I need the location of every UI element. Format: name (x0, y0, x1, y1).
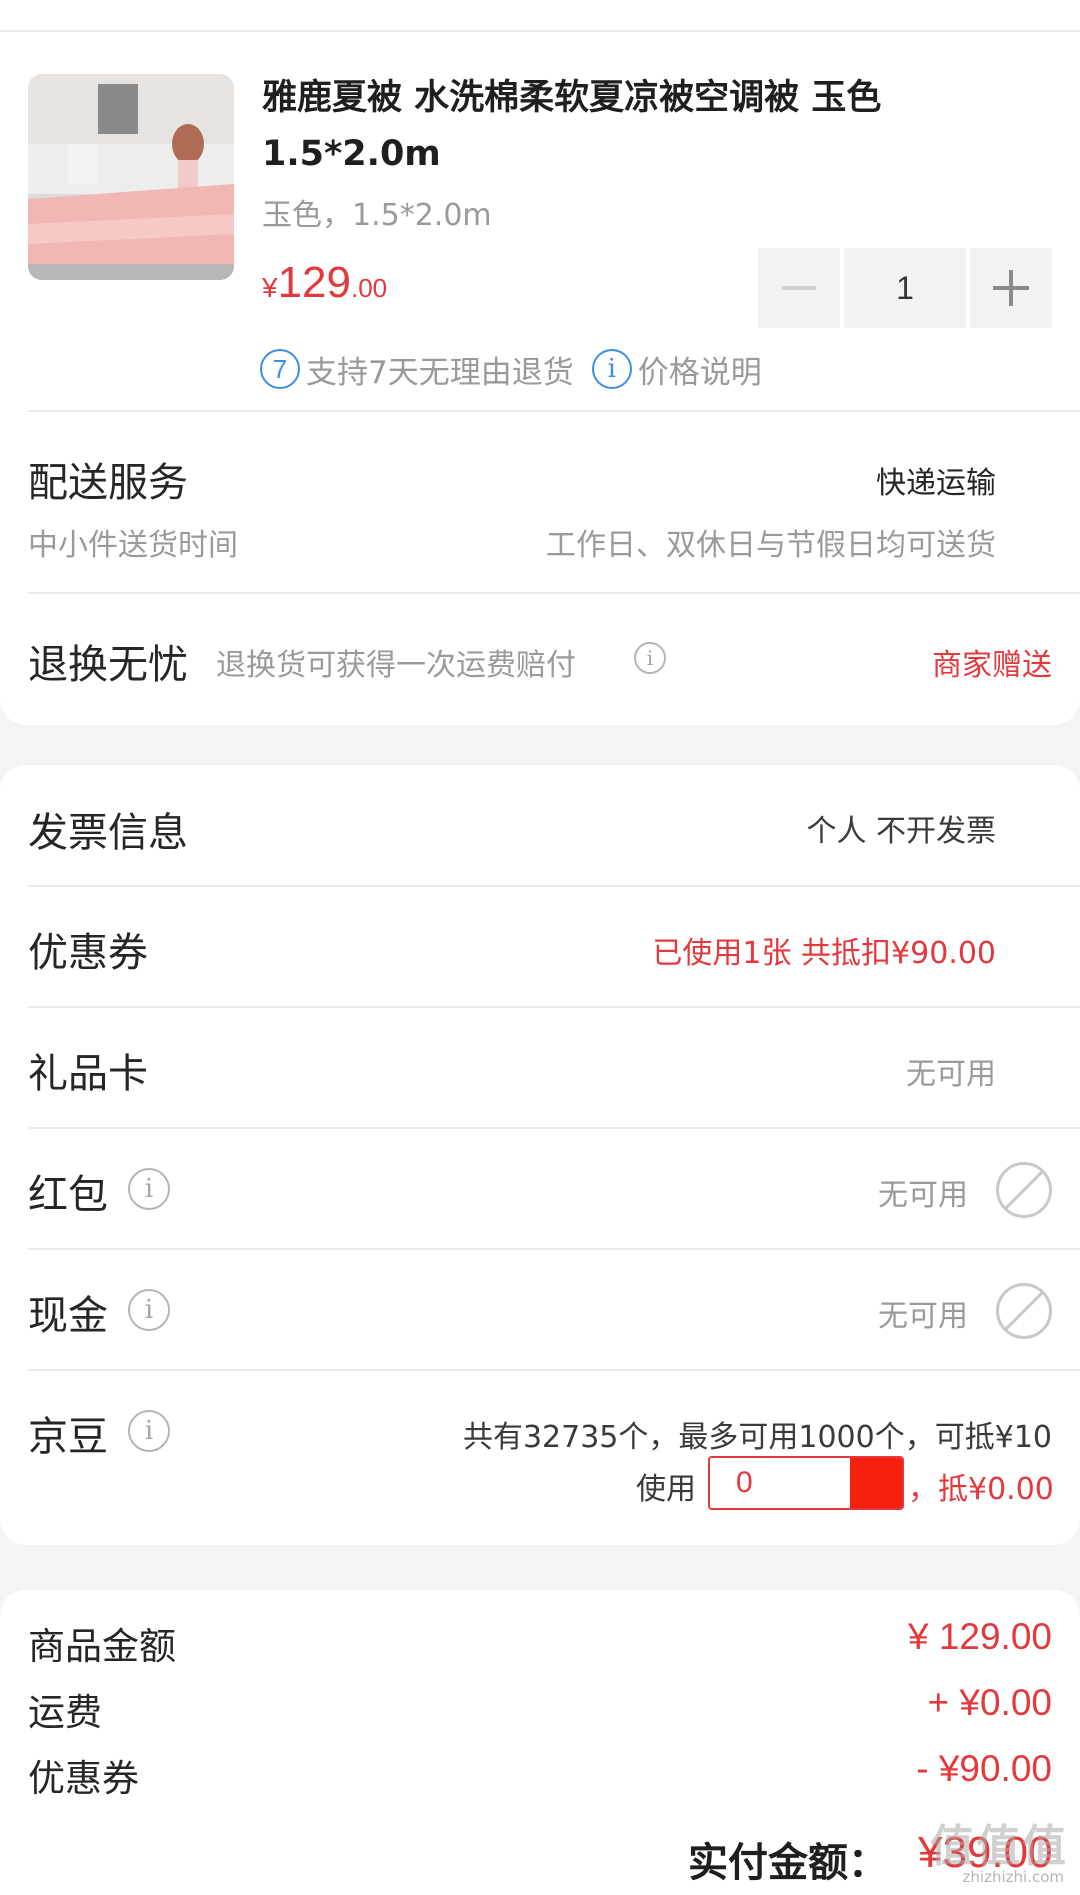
invoice-value[interactable]: 个人 不开发票 (806, 806, 996, 850)
quantity-value[interactable]: 1 (844, 248, 966, 328)
info-icon[interactable]: i (634, 642, 666, 674)
ban-icon[interactable] (996, 1283, 1052, 1339)
info-icon[interactable]: i (128, 1168, 170, 1210)
delivery-sub-label: 中小件送货时间 (28, 528, 238, 563)
delivery-value[interactable]: 快递运输 (876, 458, 996, 502)
divider (28, 1369, 1080, 1371)
delivery-sub-value: 工作日、双休日与节假日均可送货 (546, 528, 996, 563)
delivery-label: 配送服务 (28, 460, 188, 506)
watermark-logo: 值值值 (930, 1821, 1068, 1872)
goods-amount-label: 商品金额 (28, 1625, 176, 1668)
shipping-value: + ¥0.00 (927, 1682, 1052, 1723)
plus-icon (993, 270, 1029, 306)
divider (28, 885, 1080, 887)
gift-card-value[interactable]: 无可用 (906, 1049, 996, 1093)
top-divider (0, 30, 1080, 32)
gift-card-label: 礼品卡 (28, 1051, 148, 1097)
return-worry-free-label: 退换无忧 (28, 642, 188, 688)
coupon-value[interactable]: 已使用1张 共抵扣¥90.00 (652, 928, 996, 972)
price-info-icon: i (591, 349, 632, 389)
quantity-stepper: 1 (758, 248, 1052, 328)
jd-beans-deduct: ，抵¥0.00 (908, 1472, 1054, 1507)
watermark-url: zhizhizhi.com (962, 1868, 1064, 1886)
price-integer: 129 (277, 258, 351, 307)
jd-beans-input[interactable] (710, 1458, 850, 1508)
cash-value: 无可用 (878, 1299, 968, 1334)
invoice-label: 发票信息 (28, 810, 188, 856)
divider (28, 1248, 1080, 1250)
return-worry-free-value[interactable]: 商家赠送 (932, 640, 1052, 684)
jd-beans-label: 京豆 (28, 1414, 108, 1460)
info-icon[interactable]: i (128, 1289, 170, 1331)
ban-icon[interactable] (996, 1162, 1052, 1218)
price-decimal: .00 (351, 273, 388, 303)
order-confirm-page: 雅鹿夏被 水洗棉柔软夏凉被空调被 玉色 1.5*2.0m 玉色，1.5*2.0m… (0, 0, 1080, 1895)
product-thumbnail[interactable] (28, 74, 234, 280)
jd-beans-desc: 共有32735个，最多可用1000个，可抵¥10 (462, 1420, 1052, 1455)
coupon-summary-value: - ¥90.00 (916, 1748, 1052, 1789)
goods-amount-value: ¥ 129.00 (907, 1616, 1052, 1657)
decrease-button[interactable] (758, 248, 840, 328)
return-policy-text[interactable]: 支持7天无理由退货 (306, 347, 574, 392)
increase-button[interactable] (970, 248, 1052, 328)
divider (28, 1006, 1080, 1008)
red-packet-value: 无可用 (878, 1178, 968, 1213)
coupon-summary-label: 优惠券 (28, 1757, 139, 1800)
product-title[interactable]: 雅鹿夏被 水洗棉柔软夏凉被空调被 玉色 1.5*2.0m (262, 70, 982, 182)
product-price: ¥129.00 (262, 258, 387, 308)
return-worry-free-desc: 退换货可获得一次运费赔付 (216, 648, 576, 683)
divider (28, 410, 1080, 412)
shipping-label: 运费 (28, 1691, 102, 1734)
jd-beans-input-wrap (708, 1456, 904, 1510)
price-currency: ¥ (262, 272, 278, 303)
return-7day-icon: 7 (260, 349, 300, 389)
info-icon[interactable]: i (128, 1410, 170, 1452)
minus-icon (782, 286, 816, 290)
jd-beans-use-label: 使用 (636, 1472, 696, 1507)
service-promise: 7 支持7天无理由退货 i 价格说明 (260, 346, 762, 392)
divider (28, 592, 1080, 594)
jd-beans-input-fill (850, 1458, 902, 1508)
cash-label: 现金 (28, 1293, 108, 1339)
price-note-link[interactable]: 价格说明 (638, 347, 762, 392)
divider (28, 1127, 1080, 1129)
red-packet-label: 红包 (28, 1172, 108, 1218)
product-spec: 玉色，1.5*2.0m (262, 198, 492, 233)
actual-pay-label: 实付金额： (688, 1840, 888, 1886)
coupon-label: 优惠券 (28, 930, 148, 976)
